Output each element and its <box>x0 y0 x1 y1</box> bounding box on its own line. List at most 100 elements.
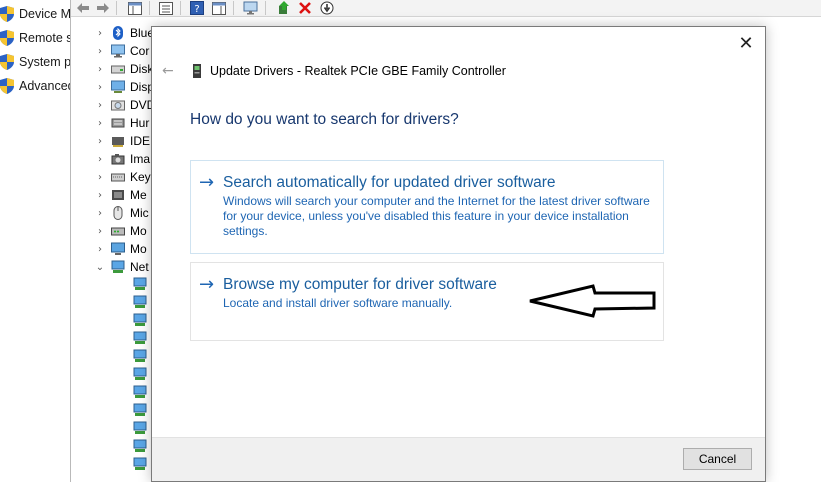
computer-icon <box>111 44 125 58</box>
expand-chevron-icon[interactable]: › <box>95 28 105 39</box>
network-card-icon <box>193 64 201 78</box>
option-title: Browse my computer for driver software <box>223 276 497 293</box>
expand-chevron-icon[interactable]: › <box>95 82 105 93</box>
network-adapter-icon[interactable] <box>133 385 149 399</box>
tree-node-label: Cor <box>130 44 150 58</box>
expand-chevron-icon[interactable]: › <box>95 100 105 111</box>
left-link-remote-settings[interactable]: Remote s <box>0 28 72 48</box>
shield-icon <box>0 6 14 22</box>
ide-controller-icon <box>112 137 124 147</box>
bluetooth-icon <box>113 26 123 40</box>
disk-drive-icon <box>111 65 125 74</box>
network-adapter-icon[interactable] <box>133 349 149 363</box>
network-adapter-icon[interactable] <box>133 295 149 309</box>
tree-node-label: Mo <box>130 242 147 256</box>
left-link-label: Device M <box>19 7 72 21</box>
tree-node-computer[interactable]: › Cor <box>95 42 149 60</box>
toolbar: ? <box>71 0 821 17</box>
uninstall-device-icon[interactable] <box>297 0 313 16</box>
expand-chevron-icon[interactable]: › <box>95 64 105 75</box>
tree-node-label: Ima <box>130 152 151 166</box>
tree-node-dvd-drives[interactable]: › DVD <box>95 96 155 114</box>
tree-node-label: Key <box>130 170 151 184</box>
imaging-device-icon <box>111 154 125 165</box>
tree-node-label: Hur <box>130 116 150 130</box>
monitor-icon <box>111 242 125 255</box>
left-link-label: Advanced <box>19 79 72 93</box>
left-link-device-manager[interactable]: Device M <box>0 4 72 24</box>
memory-device-icon <box>112 190 124 200</box>
option-description: Windows will search your computer and th… <box>223 194 650 238</box>
update-driver-icon[interactable] <box>276 0 292 16</box>
update-drivers-dialog: ✕ ← Update Drivers - Realtek PCIe GBE Fa… <box>151 26 766 482</box>
arrow-right-icon: → <box>199 172 215 193</box>
left-link-advanced[interactable]: Advanced <box>0 76 72 96</box>
network-adapter-icon <box>111 260 125 273</box>
left-link-system-protection[interactable]: System pr <box>0 52 72 72</box>
help-icon[interactable]: ? <box>189 0 205 16</box>
shield-icon <box>0 54 14 70</box>
shield-icon <box>0 30 14 46</box>
cancel-button[interactable]: Cancel <box>683 448 752 470</box>
annotation-arrow-icon <box>529 284 656 318</box>
network-adapter-icon[interactable] <box>133 313 149 327</box>
tree-node-imaging-devices[interactable]: › Ima <box>95 150 150 168</box>
dialog-title: Update Drivers - Realtek PCIe GBE Family… <box>210 64 506 78</box>
expand-chevron-icon[interactable]: › <box>95 154 105 165</box>
forward-icon[interactable] <box>95 0 111 16</box>
tree-node-label: IDE <box>130 134 151 148</box>
tree-node-memory-devices[interactable]: › Me <box>95 186 147 204</box>
system-links-panel: Device M Remote s System pr Advanced <box>0 0 72 482</box>
network-adapter-icon[interactable] <box>133 421 149 435</box>
network-adapter-icon[interactable] <box>133 403 149 417</box>
left-link-label: System pr <box>19 55 72 69</box>
modem-icon <box>111 227 125 236</box>
keyboard-icon <box>111 173 125 182</box>
tree-node-bluetooth[interactable]: › Blue <box>95 24 154 42</box>
network-adapter-icon[interactable] <box>133 277 149 291</box>
tree-node-label: Mo <box>130 224 147 238</box>
tree-node-mice[interactable]: › Mic <box>95 204 149 222</box>
left-link-label: Remote s <box>19 31 72 45</box>
back-arrow-icon[interactable]: ← <box>162 63 174 79</box>
expand-chevron-icon[interactable]: › <box>95 172 105 183</box>
search-automatically-option[interactable]: → Search automatically for updated drive… <box>190 160 664 254</box>
tree-node-label: Me <box>130 188 147 202</box>
tree-node-modems[interactable]: › Mo <box>95 222 147 240</box>
mouse-icon <box>113 206 123 220</box>
tree-node-label: Disk <box>130 62 154 76</box>
show-hide-console-tree-icon[interactable] <box>127 0 143 16</box>
scan-hardware-icon[interactable] <box>243 0 259 16</box>
tree-node-label: Mic <box>130 206 149 220</box>
disable-device-icon[interactable] <box>319 0 335 16</box>
action-pane-icon[interactable] <box>211 0 227 16</box>
tree-node-keyboards[interactable]: › Key <box>95 168 151 186</box>
network-adapter-icon[interactable] <box>133 367 149 381</box>
expand-chevron-icon[interactable]: › <box>95 190 105 201</box>
properties-icon[interactable] <box>158 0 174 16</box>
network-adapter-icon[interactable] <box>133 457 149 471</box>
arrow-right-icon: → <box>199 274 215 295</box>
tree-node-human-interface[interactable]: › Hur <box>95 114 149 132</box>
back-icon[interactable] <box>75 0 91 16</box>
hid-icon <box>111 118 125 128</box>
expand-chevron-icon[interactable]: › <box>95 208 105 219</box>
tree-node-monitors[interactable]: › Mo <box>95 240 147 258</box>
expand-chevron-icon[interactable]: › <box>95 226 105 237</box>
network-adapter-icon[interactable] <box>133 331 149 345</box>
network-adapter-icon[interactable] <box>133 439 149 453</box>
shield-icon <box>0 78 14 94</box>
dialog-footer: Cancel <box>152 437 765 481</box>
tree-node-ide-controllers[interactable]: › IDE <box>95 132 150 150</box>
tree-node-disk-drives[interactable]: › Disk <box>95 60 153 78</box>
display-adapter-icon <box>111 80 125 93</box>
collapse-chevron-icon[interactable]: ⌄ <box>95 262 105 273</box>
expand-chevron-icon[interactable]: › <box>95 118 105 129</box>
expand-chevron-icon[interactable]: › <box>95 244 105 255</box>
dvd-drive-icon <box>111 100 125 111</box>
expand-chevron-icon[interactable]: › <box>95 46 105 57</box>
tree-node-network-adapters[interactable]: ⌄ Net <box>95 258 149 276</box>
tree-node-display-adapters[interactable]: › Disp <box>95 78 154 96</box>
expand-chevron-icon[interactable]: › <box>95 136 105 147</box>
close-button[interactable]: ✕ <box>733 31 759 55</box>
